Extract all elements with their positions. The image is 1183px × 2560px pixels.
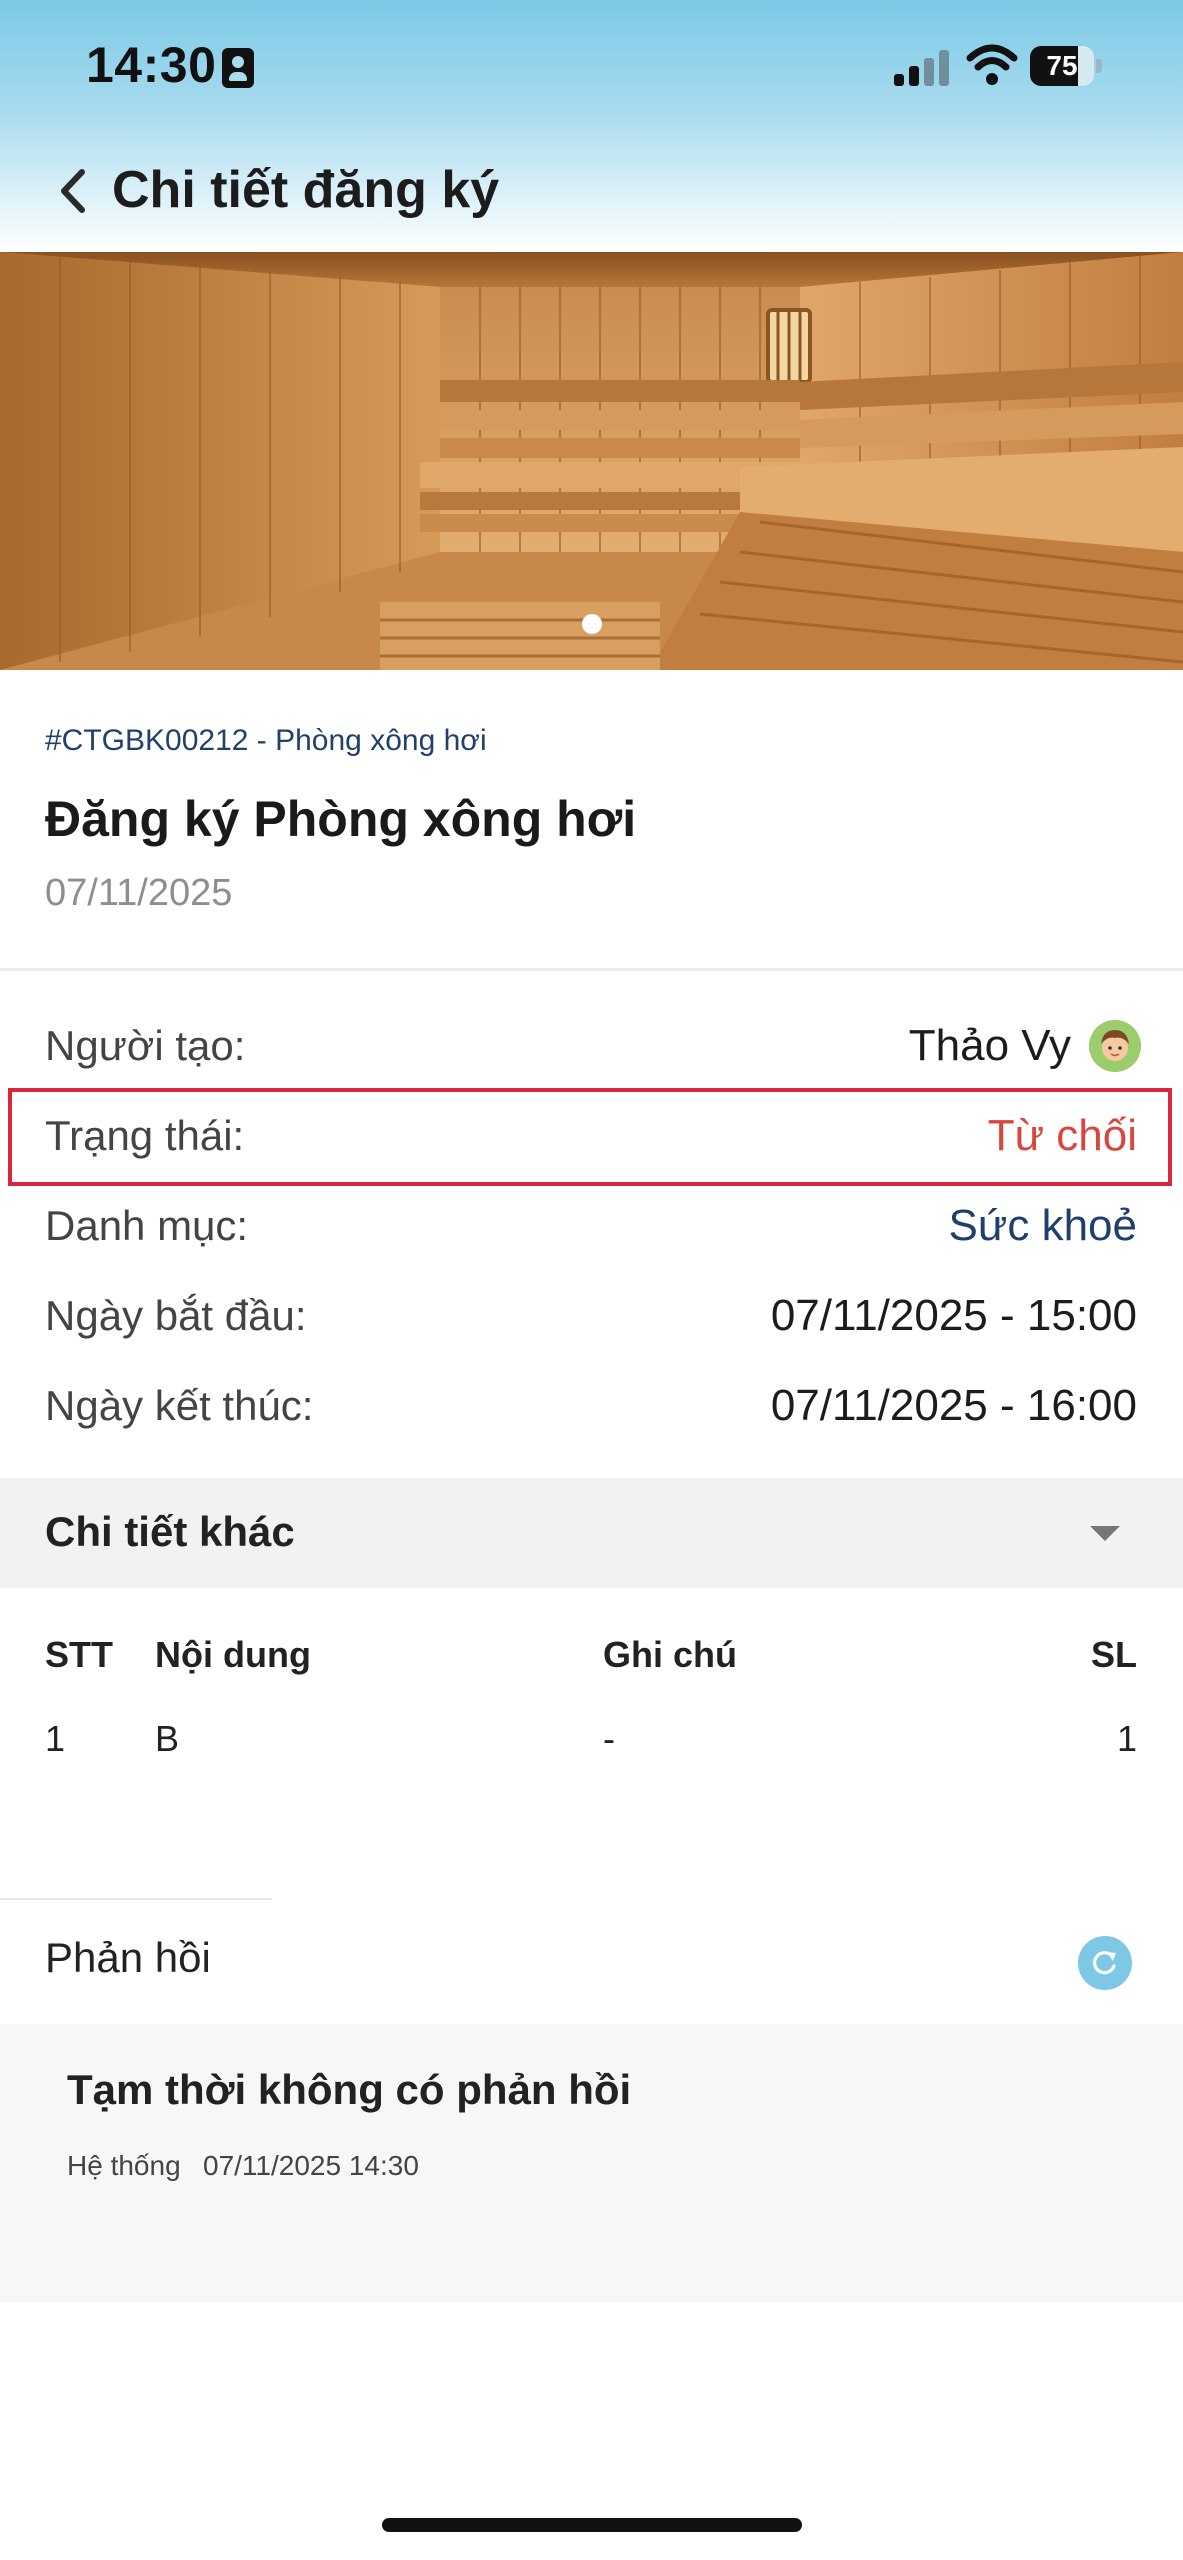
table-header-stt: STT [45, 1634, 113, 1675]
caret-down-icon[interactable] [1090, 1526, 1120, 1541]
table-cell-note: - [603, 1718, 615, 1759]
wifi-icon [966, 44, 1018, 85]
section-divider [0, 968, 1183, 971]
banner-image[interactable] [0, 252, 1183, 670]
battery-percent: 75 [1046, 50, 1078, 81]
table-cell-content: B [155, 1718, 180, 1759]
feedback-timestamp: 07/11/2025 14:30 [203, 2150, 419, 2181]
status-label: Trạng thái: [45, 1112, 245, 1159]
status-time: 14:30 [86, 37, 217, 93]
avatar [1089, 1020, 1141, 1072]
creator-name: Thảo Vy [908, 1021, 1071, 1070]
table-cell-stt: 1 [45, 1718, 66, 1759]
other-details-title: Chi tiết khác [45, 1508, 295, 1555]
category-value: Sức khoẻ [948, 1201, 1137, 1250]
back-button[interactable] [48, 158, 98, 224]
page-title: Chi tiết đăng ký [112, 161, 500, 219]
registration-code: #CTGBK00212 - Phòng xông hơi [45, 724, 487, 757]
home-indicator[interactable] [382, 2518, 802, 2532]
creator-label: Người tạo: [45, 1022, 246, 1069]
start-date-value: 07/11/2025 - 15:00 [770, 1291, 1137, 1340]
sauna-room-image [0, 252, 1183, 670]
table-header-quantity: SL [1090, 1634, 1137, 1675]
feedback-title: Phản hồi [45, 1934, 211, 1981]
refresh-button[interactable] [1078, 1936, 1132, 1990]
registration-date: 07/11/2025 [45, 872, 233, 914]
end-date-value: 07/11/2025 - 16:00 [770, 1381, 1137, 1430]
id-card-icon [222, 48, 254, 88]
chevron-left-icon [61, 169, 85, 213]
cellular-signal-icon [894, 50, 950, 86]
feedback-empty-message: Tạm thời không có phản hồi [67, 2066, 632, 2113]
status-bar: 14:30 75 [0, 0, 1183, 135]
status-value: Từ chối [987, 1111, 1137, 1160]
table-header-content: Nội dung [155, 1634, 311, 1675]
battery-icon: 75 [1030, 46, 1102, 86]
carousel-dot-active[interactable] [582, 614, 602, 634]
feedback-author: Hệ thống [67, 2150, 181, 2181]
feedback-divider [0, 1898, 272, 1900]
category-label: Danh mục: [45, 1202, 249, 1249]
table-header-note: Ghi chú [603, 1634, 737, 1675]
creator-info: Thảo Vy [909, 1020, 1141, 1072]
refresh-icon [1092, 1951, 1116, 1975]
registration-title: Đăng ký Phòng xông hơi [45, 791, 637, 847]
start-date-label: Ngày bắt đầu: [45, 1292, 307, 1339]
table-cell-quantity: 1 [1116, 1718, 1137, 1759]
end-date-label: Ngày kết thúc: [45, 1382, 314, 1429]
